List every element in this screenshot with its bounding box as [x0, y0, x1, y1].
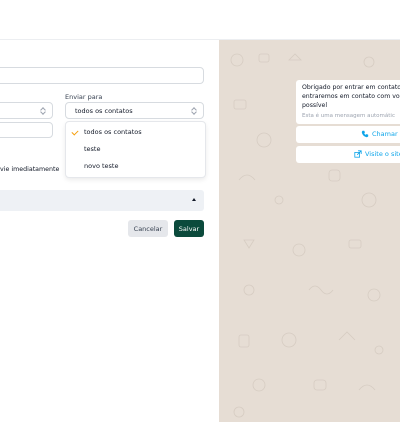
text-input[interactable] [0, 67, 204, 84]
message-bubble: Obrigado por entrar em contato entraremo… [296, 80, 400, 124]
send-to-label: Enviar para [65, 93, 103, 101]
call-label: Chamar [372, 130, 398, 138]
phone-icon [361, 130, 369, 138]
top-bar [0, 0, 400, 40]
chat-preview: Obrigado por entrar em contato entraremo… [219, 40, 400, 422]
external-link-icon [354, 150, 362, 158]
check-icon [71, 128, 79, 136]
dropdown-option[interactable]: teste [84, 145, 100, 153]
visit-site-button[interactable]: Visite o site [296, 146, 400, 163]
chevron-up-icon[interactable] [192, 198, 196, 201]
send-to-value: todos os contatos [75, 107, 133, 115]
select-stepper-icon [40, 106, 46, 116]
cancel-button[interactable]: Cancelar [128, 220, 168, 237]
visit-site-label: Visite o site [365, 150, 400, 158]
send-now-label: vie imediatamente [0, 166, 60, 173]
send-to-dropdown: todos os contatos teste novo teste [65, 121, 206, 178]
message-text: Obrigado por entrar em contato entraremo… [302, 84, 400, 109]
save-button[interactable]: Salvar [174, 220, 204, 237]
dropdown-option[interactable]: todos os contatos [84, 128, 142, 136]
auto-message-note: Esta é uma mensagem automátic [302, 113, 395, 119]
send-to-select[interactable]: todos os contatos [65, 102, 204, 119]
select-stepper-icon [191, 106, 197, 116]
text-input-2[interactable] [0, 122, 53, 138]
collapse-section[interactable] [0, 190, 204, 211]
left-select[interactable] [0, 102, 53, 119]
dropdown-option[interactable]: novo teste [84, 162, 118, 170]
form-panel: Enviar para todos os contatos vie imedia… [0, 40, 219, 422]
call-button[interactable]: Chamar [296, 126, 400, 143]
